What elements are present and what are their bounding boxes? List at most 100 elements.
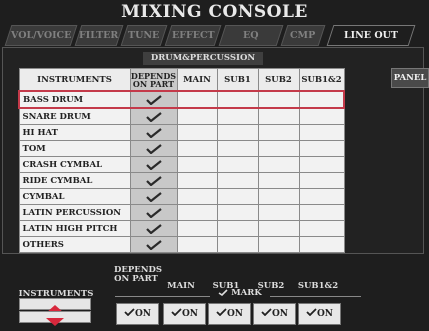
sub1-cell[interactable] [216,188,259,205]
instrument-name-cell[interactable]: CYMBAL [18,188,131,205]
arrow-down-icon [46,318,64,326]
tab-cmp[interactable]: CMP [280,25,326,46]
tab-vol-voice[interactable]: VOL/VOICE [4,25,78,46]
tab-line-out[interactable]: LINE OUT [326,25,416,46]
depends-on-part-cell[interactable] [129,107,178,125]
main-on-button[interactable]: ON [163,303,206,325]
sub1-2-cell[interactable] [298,220,345,237]
main-cell[interactable] [176,90,218,109]
column-header-sub1-2: SUB1&2 [298,68,345,92]
main-cell[interactable] [176,188,218,205]
tab-eq[interactable]: EQ [218,25,284,46]
main-cell[interactable] [176,204,218,221]
depends-on-part-cell[interactable] [129,172,178,189]
depends-on-part-label: DEPENDS ON PART [114,266,162,284]
table-row[interactable]: RIDE CYMBAL [18,172,345,189]
table-row[interactable]: LATIN PERCUSSION [18,204,345,221]
depends-on-part-cell[interactable] [129,220,178,237]
line-out-grid: INSTRUMENTS DEPENDS ON PART MAIN SUB1 SU… [18,68,345,253]
sub2-cell[interactable] [257,124,300,141]
instrument-name-cell[interactable]: TOM [18,140,131,157]
sub1-on-button[interactable]: ON [208,303,251,325]
depends-on-part-cell[interactable] [129,140,178,157]
sub1-2-cell[interactable] [298,156,345,173]
sub2-cell[interactable] [257,188,300,205]
sub2-cell[interactable] [257,236,300,253]
sub1-2-cell[interactable] [298,204,345,221]
sub1-2-cell[interactable] [298,90,345,109]
on-label: ON [271,309,289,319]
instrument-name-cell[interactable]: RIDE CYMBAL [18,172,131,189]
instrument-down-button[interactable] [19,311,91,326]
check-icon [145,111,162,122]
sub1-cell[interactable] [216,90,259,109]
sub1-2-cell[interactable] [298,140,345,157]
sub2-cell[interactable] [257,172,300,189]
instrument-name-cell[interactable]: LATIN HIGH PITCH [18,220,131,237]
depends-label-line2: ON PART [114,274,158,284]
tab-filter[interactable]: FILTER [74,25,124,46]
column-header-main: MAIN [176,68,218,92]
sub1-cell[interactable] [216,204,259,221]
main-cell[interactable] [176,220,218,237]
sub1-2-cell[interactable] [298,124,345,141]
depends-on-part-cell[interactable] [129,188,178,205]
instrument-name-cell[interactable]: CRASH CYMBAL [18,156,131,173]
instrument-name-cell[interactable]: OTHERS [18,236,131,253]
tab-tune[interactable]: TUNE [120,25,168,46]
sub1-2-cell[interactable] [298,236,345,253]
check-icon [145,175,162,186]
table-row[interactable]: OTHERS [18,236,345,253]
sub1-cell[interactable] [216,156,259,173]
tab-effect[interactable]: EFFECT [164,25,222,46]
main-cell[interactable] [176,124,218,141]
check-icon [145,207,162,218]
instrument-name-cell[interactable]: HI HAT [18,124,131,141]
depends-on-part-cell[interactable] [129,90,178,109]
sub2-cell[interactable] [257,140,300,157]
depends-on-part-cell[interactable] [129,236,178,253]
depends-on-part-cell[interactable] [129,124,178,141]
section-label: DRUM&PERCUSSION [143,52,263,65]
panel-button[interactable]: PANEL [391,68,429,88]
depends-on-part-cell[interactable] [129,156,178,173]
sub1-cell[interactable] [216,107,259,125]
table-row[interactable]: TOM [18,140,345,157]
sub1-cell[interactable] [216,124,259,141]
main-cell[interactable] [176,156,218,173]
sub1-cell[interactable] [216,140,259,157]
depends-on-part-cell[interactable] [129,204,178,221]
depends-on-part-on-button[interactable]: ON [116,303,159,325]
main-cell[interactable] [176,172,218,189]
sub2-cell[interactable] [257,156,300,173]
grid-header-row: INSTRUMENTS DEPENDS ON PART MAIN SUB1 SU… [18,68,345,92]
sub1-cell[interactable] [216,236,259,253]
instrument-name-cell[interactable]: SNARE DRUM [18,107,131,125]
sub1-cell[interactable] [216,220,259,237]
sub1-2-on-button[interactable]: ON [298,303,341,325]
sub2-on-button[interactable]: ON [253,303,296,325]
sub2-cell[interactable] [257,204,300,221]
table-row[interactable]: HI HAT [18,124,345,141]
column-header-sub1: SUB1 [216,68,259,92]
sub1-2-cell[interactable] [298,188,345,205]
main-cell[interactable] [176,107,218,125]
instrument-up-button[interactable] [19,298,91,313]
sub2-cell[interactable] [257,107,300,125]
sub2-cell[interactable] [257,90,300,109]
table-row[interactable]: BASS DRUM [18,90,345,109]
sub1-2-cell[interactable] [298,172,345,189]
instrument-name-cell[interactable]: LATIN PERCUSSION [18,204,131,221]
table-row[interactable]: LATIN HIGH PITCH [18,220,345,237]
table-row[interactable]: CYMBAL [18,188,345,205]
sub1-cell[interactable] [216,172,259,189]
table-row[interactable]: CRASH CYMBAL [18,156,345,173]
main-cell[interactable] [176,236,218,253]
check-icon [218,289,228,297]
sub2-cell[interactable] [257,220,300,237]
table-row[interactable]: SNARE DRUM [18,107,345,125]
sub1-2-cell[interactable] [298,107,345,125]
main-cell[interactable] [176,140,218,157]
instrument-name-cell[interactable]: BASS DRUM [18,90,131,109]
check-icon [216,308,227,317]
